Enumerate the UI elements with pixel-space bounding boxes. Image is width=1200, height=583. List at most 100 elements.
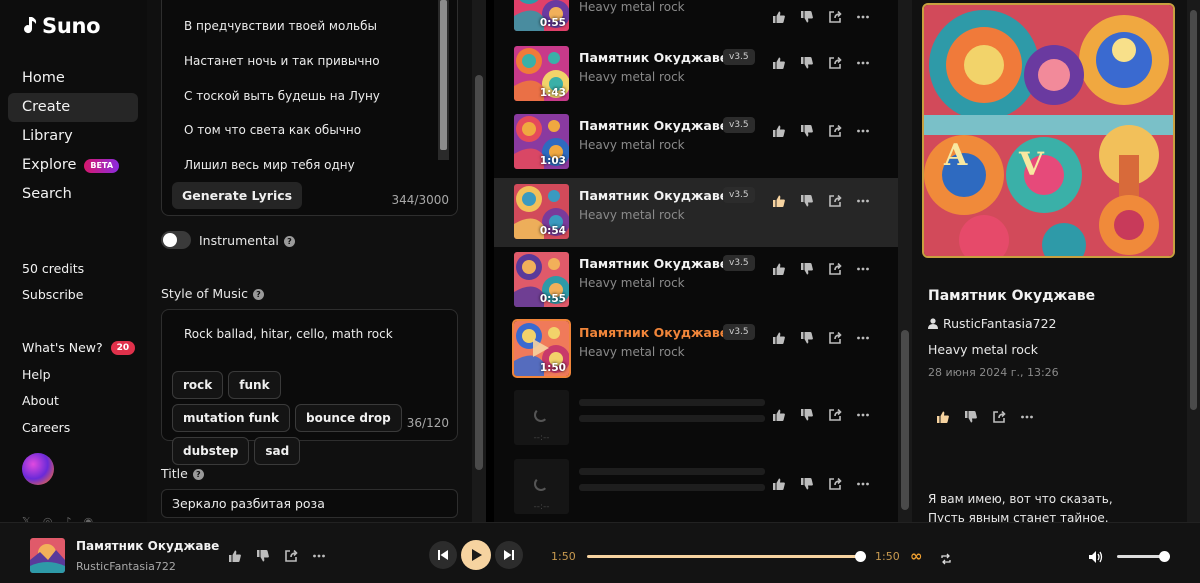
now-playing-title[interactable]: Памятник Окуджаве — [76, 539, 219, 553]
more-options-button[interactable] — [856, 477, 870, 491]
detail-scrollbar-thumb[interactable] — [1190, 10, 1197, 410]
track-title[interactable]: Памятник Окуджаве — [579, 256, 728, 271]
help-icon[interactable]: ? — [252, 289, 264, 300]
volume-slider[interactable] — [1117, 551, 1170, 562]
nav-create[interactable]: Create — [8, 93, 138, 122]
track-thumbnail[interactable]: 0:55 — [514, 252, 569, 307]
track-thumbnail[interactable]: 1:43 — [514, 46, 569, 101]
style-tag[interactable]: mutation funk — [172, 404, 290, 432]
help-icon[interactable]: ? — [283, 236, 295, 247]
about-link[interactable]: About — [22, 388, 142, 415]
help-link[interactable]: Help — [22, 362, 142, 389]
loop-icon[interactable]: ∞ — [910, 547, 923, 565]
track-row[interactable]: 0:55 Heavy metal rock — [494, 0, 898, 39]
whats-new-link[interactable]: What's New? 20 — [22, 335, 142, 362]
dislike-button[interactable] — [800, 194, 814, 208]
style-of-music-field[interactable]: Rock ballad, hitar, cello, math rock roc… — [161, 309, 458, 465]
track-genre[interactable]: Heavy metal rock — [579, 138, 685, 152]
style-tag[interactable]: rock — [172, 371, 224, 399]
create-scrollbar-thumb[interactable] — [475, 75, 483, 470]
share-button[interactable] — [828, 56, 842, 70]
like-button[interactable] — [772, 262, 786, 276]
volume-handle[interactable] — [1159, 551, 1170, 562]
now-playing-cover[interactable] — [30, 538, 65, 573]
more-options-button[interactable] — [856, 408, 870, 422]
track-row[interactable]: 0:54 Памятник Окуджаве v3.5 Heavy metal roc… — [494, 178, 898, 247]
like-button[interactable] — [772, 10, 786, 24]
subscribe-link[interactable]: Subscribe — [22, 288, 142, 314]
track-row[interactable]: 1:03 Памятник Окуджаве v3.5 Heavy metal roc… — [494, 108, 898, 177]
volume-button[interactable] — [1088, 549, 1104, 568]
share-button[interactable] — [828, 10, 842, 24]
share-button[interactable] — [828, 408, 842, 422]
dislike-button[interactable] — [256, 549, 270, 563]
lyrics-scrollbar[interactable] — [438, 0, 449, 160]
repeat-button[interactable] — [940, 550, 952, 569]
dislike-button[interactable] — [800, 477, 814, 491]
like-button[interactable] — [772, 331, 786, 345]
nav-home[interactable]: Home — [8, 64, 138, 93]
like-button[interactable] — [772, 124, 786, 138]
progress-slider[interactable] — [587, 551, 866, 562]
track-genre[interactable]: Heavy metal rock — [579, 276, 685, 290]
generate-lyrics-button[interactable]: Generate Lyrics — [172, 182, 303, 209]
now-playing-author[interactable]: RusticFantasia722 — [76, 560, 176, 573]
progress-handle[interactable] — [855, 551, 866, 562]
careers-link[interactable]: Careers — [22, 415, 142, 442]
suno-logo[interactable]: Suno — [22, 14, 101, 38]
track-list-scrollbar[interactable] — [898, 0, 912, 522]
style-tag[interactable]: sad — [254, 437, 301, 465]
previous-button[interactable] — [429, 541, 457, 569]
share-button[interactable] — [284, 549, 298, 563]
track-thumbnail[interactable]: 0:55 — [514, 0, 569, 31]
song-author[interactable]: RusticFantasia722 — [928, 316, 1057, 331]
more-options-button[interactable] — [312, 549, 326, 563]
style-input-value[interactable]: Rock ballad, hitar, cello, math rock — [184, 327, 393, 341]
dislike-button[interactable] — [800, 124, 814, 138]
nav-library[interactable]: Library — [8, 122, 138, 151]
more-options-button[interactable] — [856, 262, 870, 276]
share-button[interactable] — [992, 410, 1006, 424]
track-row[interactable]: 1:50 Памятник Окуджаве v3.5 Heavy metal roc… — [494, 315, 898, 384]
track-title[interactable]: Памятник Окуджаве — [579, 50, 728, 65]
play-overlay-icon[interactable] — [532, 338, 550, 358]
dislike-button[interactable] — [964, 410, 978, 424]
track-list-scrollbar-thumb[interactable] — [901, 330, 909, 510]
more-options-button[interactable] — [856, 124, 870, 138]
style-tag[interactable]: dubstep — [172, 437, 250, 465]
detail-scrollbar[interactable] — [1187, 0, 1200, 522]
share-button[interactable] — [828, 331, 842, 345]
user-avatar[interactable] — [22, 453, 54, 485]
like-button[interactable] — [772, 408, 786, 422]
lyrics-textarea[interactable]: В предчувствии твоей мольбы Настанет ноч… — [161, 0, 458, 216]
dislike-button[interactable] — [800, 56, 814, 70]
track-genre[interactable]: Heavy metal rock — [579, 0, 685, 14]
more-options-button[interactable] — [856, 10, 870, 24]
next-button[interactable] — [495, 541, 523, 569]
nav-explore[interactable]: Explore BETA — [8, 151, 138, 180]
track-genre[interactable]: Heavy metal rock — [579, 208, 685, 222]
track-title[interactable]: Памятник Окуджаве — [579, 325, 728, 340]
track-genre[interactable]: Heavy metal rock — [579, 345, 685, 359]
nav-search[interactable]: Search — [8, 180, 138, 209]
play-button[interactable] — [461, 540, 491, 570]
dislike-button[interactable] — [800, 262, 814, 276]
track-thumbnail[interactable]: 0:54 — [514, 184, 569, 239]
instrumental-toggle[interactable] — [161, 231, 191, 249]
lyrics-scrollbar-thumb[interactable] — [440, 0, 447, 150]
like-button[interactable] — [772, 194, 786, 208]
like-button[interactable] — [936, 410, 950, 424]
like-button[interactable] — [772, 56, 786, 70]
like-button[interactable] — [228, 549, 242, 563]
track-genre[interactable]: Heavy metal rock — [579, 70, 685, 84]
style-tag[interactable]: bounce drop — [294, 404, 402, 432]
track-row[interactable]: 0:55 Памятник Окуджаве v3.5 Heavy metal roc… — [494, 246, 898, 315]
more-options-button[interactable] — [856, 331, 870, 345]
more-options-button[interactable] — [856, 194, 870, 208]
style-tag[interactable]: funk — [228, 371, 281, 399]
more-options-button[interactable] — [856, 56, 870, 70]
share-button[interactable] — [828, 124, 842, 138]
track-thumbnail[interactable]: 1:50 — [512, 319, 571, 378]
track-thumbnail[interactable]: 1:03 — [514, 114, 569, 169]
like-button[interactable] — [772, 477, 786, 491]
